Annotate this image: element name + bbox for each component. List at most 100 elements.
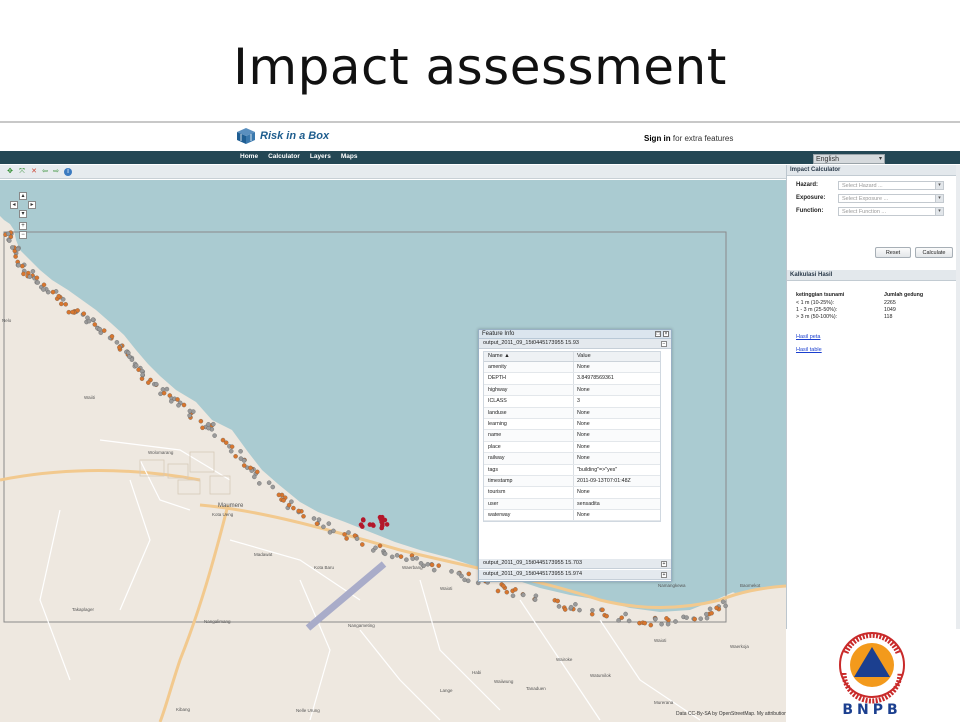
feature-info-header[interactable]: Feature Info □ × [479,330,671,339]
language-select[interactable]: English ▾ [813,154,885,164]
signin-prompt[interactable]: Sign in for extra features [644,134,733,143]
building-marker[interactable] [311,516,317,521]
building-marker[interactable] [200,425,205,431]
building-marker[interactable] [589,611,595,617]
building-marker[interactable] [692,616,697,622]
building-marker[interactable] [377,543,383,549]
building-marker[interactable] [520,592,526,598]
nav-calculator[interactable]: Calculator [268,153,300,160]
building-marker[interactable] [276,492,282,498]
building-marker[interactable] [642,620,648,626]
building-marker[interactable] [573,602,578,607]
zoom-box-icon[interactable]: ⤧ [18,168,26,176]
building-marker[interactable] [623,611,628,617]
building-marker[interactable] [321,524,326,530]
building-marker[interactable] [501,583,506,589]
app-logo[interactable]: Risk in a Box [236,127,329,145]
building-marker[interactable] [410,556,415,561]
back-arrow-icon[interactable]: ⇦ [41,168,49,176]
building-marker[interactable] [720,599,726,605]
building-marker[interactable] [704,611,709,617]
building-marker[interactable] [316,517,322,522]
building-marker-high[interactable] [361,517,366,523]
building-marker[interactable] [228,448,234,454]
building-marker[interactable] [389,554,395,560]
exposure-select[interactable]: Select Exposure ... ▾ [838,194,944,203]
building-marker[interactable] [16,262,21,268]
building-marker[interactable] [577,607,582,613]
building-marker[interactable] [206,425,211,431]
table-row[interactable]: tourism None [484,487,660,499]
building-marker-high[interactable] [377,514,383,520]
building-marker[interactable] [462,577,467,583]
building-marker[interactable] [233,454,238,459]
building-marker[interactable] [346,530,351,535]
building-marker[interactable] [723,603,728,609]
building-marker[interactable] [382,551,388,557]
building-marker[interactable] [404,557,409,562]
feature-info-window[interactable]: Feature Info □ × output_2011_09_15t04451… [478,329,672,582]
building-marker[interactable] [176,403,181,408]
pan-down-icon[interactable]: ▾ [19,210,27,218]
building-marker[interactable] [664,616,669,621]
building-marker[interactable] [281,498,286,503]
table-row[interactable]: place None [484,441,660,454]
building-marker[interactable] [255,469,260,475]
reset-button[interactable]: Reset [875,247,911,258]
building-marker[interactable] [34,275,40,281]
building-marker[interactable] [331,528,336,534]
building-marker[interactable] [626,618,632,624]
building-marker[interactable] [513,587,518,592]
building-marker[interactable] [90,317,96,322]
building-marker[interactable] [114,340,120,345]
collapse-icon[interactable]: − [661,341,667,347]
building-marker[interactable] [117,345,122,350]
building-marker[interactable] [398,554,404,559]
calculate-button[interactable]: Calculate [915,247,953,258]
building-marker[interactable] [665,621,671,627]
table-row[interactable]: railway None [484,453,660,465]
building-marker[interactable] [21,271,26,277]
building-marker-high[interactable] [382,517,388,523]
building-marker[interactable] [556,604,562,609]
building-marker[interactable] [562,607,568,612]
building-marker[interactable] [140,372,145,377]
building-marker[interactable] [495,588,501,594]
column-name-header[interactable]: Name ▲ [484,352,574,361]
building-marker[interactable] [252,474,257,480]
table-row[interactable]: timestamp 2011-09-13T07:01:48Z [484,475,660,488]
building-marker[interactable] [436,563,441,568]
building-marker[interactable] [63,302,68,307]
building-marker[interactable] [510,593,516,599]
building-marker[interactable] [181,402,187,408]
expand-icon[interactable]: + [661,572,667,578]
building-marker[interactable] [97,326,102,332]
building-marker[interactable] [175,397,180,402]
nav-home[interactable]: Home [240,153,258,160]
info-icon[interactable]: i [64,168,72,176]
building-marker[interactable] [600,607,605,613]
building-marker[interactable] [56,293,62,299]
building-marker[interactable] [414,556,419,561]
zoom-extent-icon[interactable]: ✥ [6,168,14,176]
building-marker[interactable] [133,363,139,368]
table-row[interactable]: highway None [484,384,660,397]
building-marker[interactable] [291,505,296,511]
building-marker[interactable] [504,589,510,595]
building-marker[interactable] [126,350,131,356]
close-icon[interactable]: × [663,331,669,337]
map-view[interactable]: Nelo Waiiti Wolomarang Maumere Kota Ueng… [0,180,786,722]
building-marker[interactable] [257,481,262,486]
feature-group-3[interactable]: output_2011_09_15t0445173955 15.974 + [479,570,671,580]
building-marker[interactable] [425,562,431,567]
building-marker[interactable] [619,615,624,620]
building-marker[interactable] [555,598,560,604]
building-marker[interactable] [360,542,365,547]
building-marker[interactable] [266,480,272,485]
building-marker[interactable] [60,297,66,302]
impact-calculator-header[interactable]: Impact Calculator [787,165,960,176]
building-marker[interactable] [533,593,539,599]
building-marker[interactable] [20,263,25,269]
forward-arrow-icon[interactable]: ⇨ [52,168,60,176]
building-marker[interactable] [41,287,46,292]
